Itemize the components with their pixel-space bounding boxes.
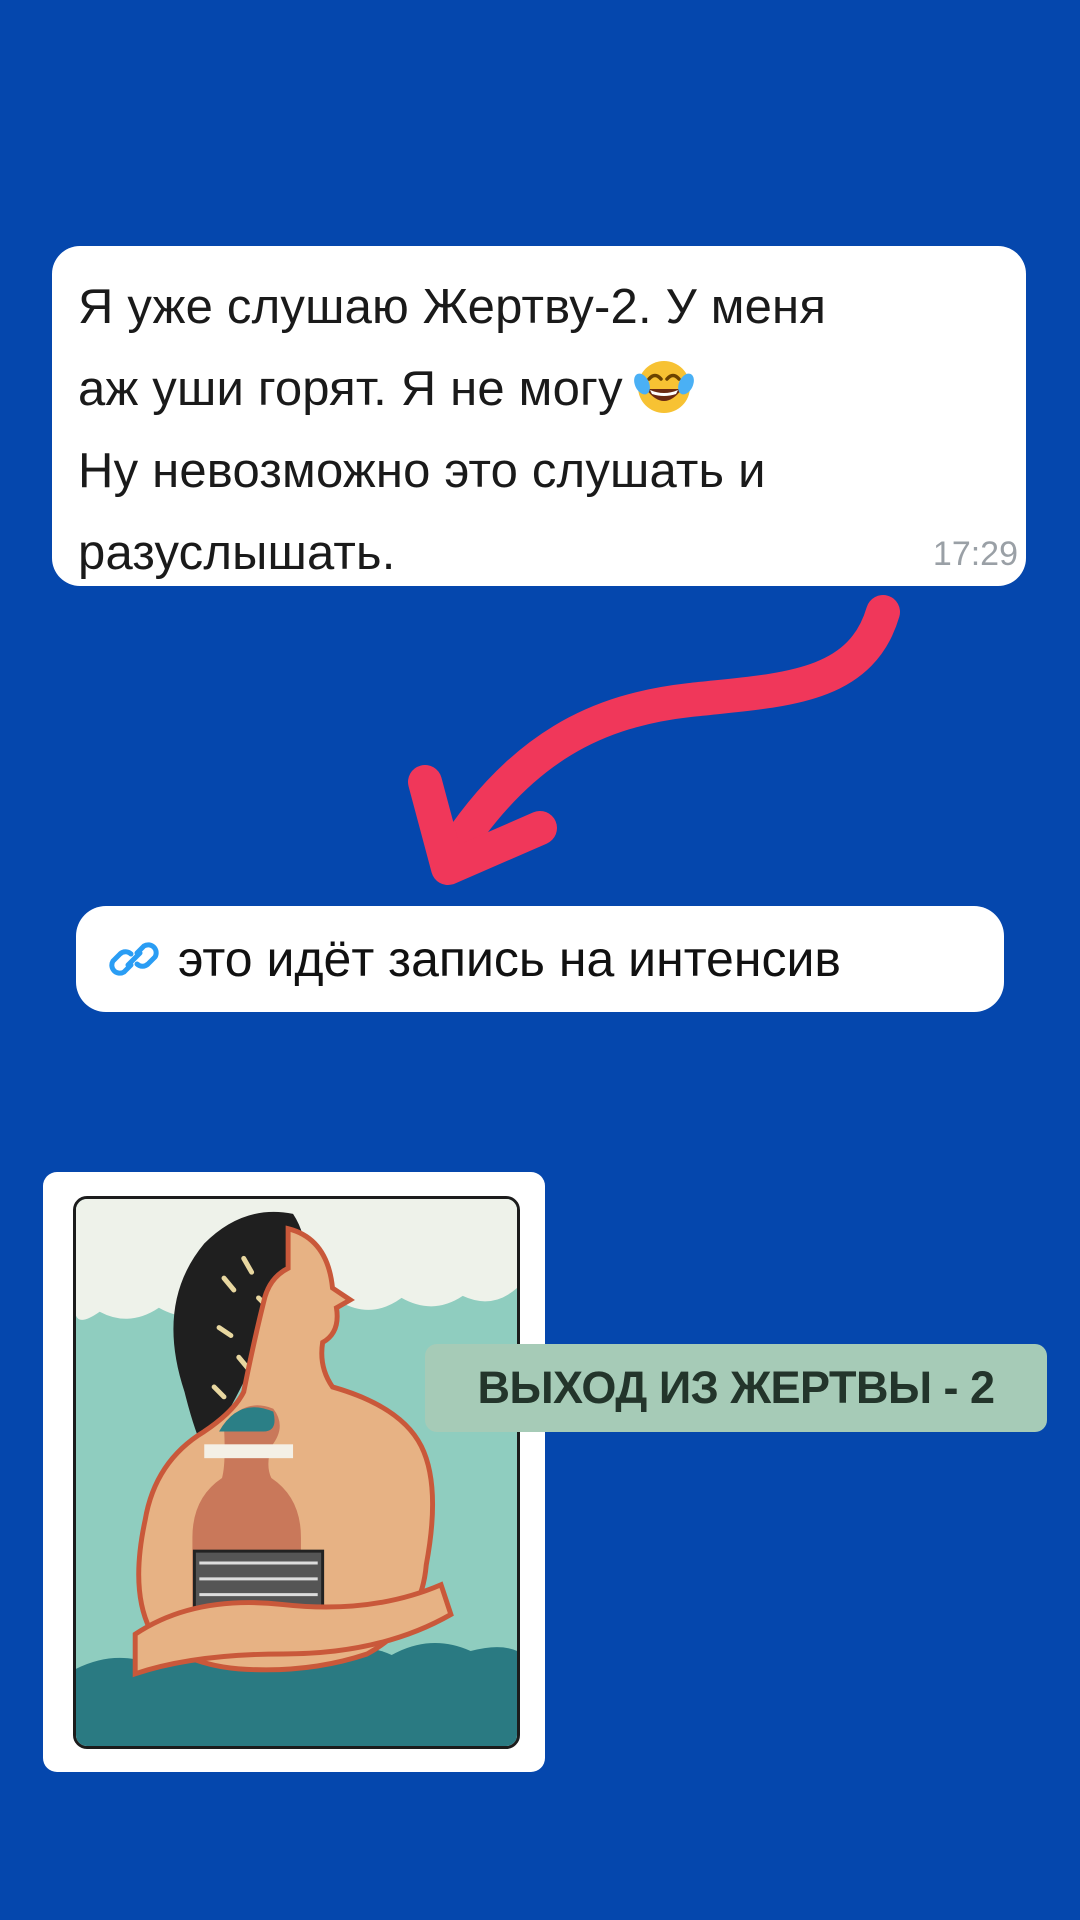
intensive-link-text: это идёт запись на интенсив [178, 931, 841, 987]
message-timestamp: 17:29 [932, 535, 1018, 573]
message-line-with-emoji: аж уши горят. Я не могу [78, 348, 1002, 430]
message-bubble: Я уже слушаю Жертву-2. У меня аж уши гор… [52, 246, 1026, 586]
illustration-image [73, 1196, 520, 1749]
face-with-tears-of-joy-icon [633, 361, 694, 413]
message-line: аж уши горят. Я не могу [78, 362, 623, 416]
link-icon [109, 942, 159, 976]
message-line: Ну невозможно это слушать и [78, 444, 766, 498]
curved-arrow-icon [408, 595, 900, 885]
course-title: ВЫХОД ИЗ ЖЕРТВЫ - 2 [477, 1362, 995, 1413]
message-line: Я уже слушаю Жертву-2. У меня [78, 280, 827, 334]
course-title-badge: ВЫХОД ИЗ ЖЕРТВЫ - 2 [425, 1344, 1047, 1432]
intensive-link[interactable]: это идёт запись на интенсив [76, 906, 1004, 1012]
message-text: Я уже слушаю Жертву-2. У меня аж уши гор… [78, 266, 1002, 594]
woman-illustration-icon [76, 1199, 517, 1746]
